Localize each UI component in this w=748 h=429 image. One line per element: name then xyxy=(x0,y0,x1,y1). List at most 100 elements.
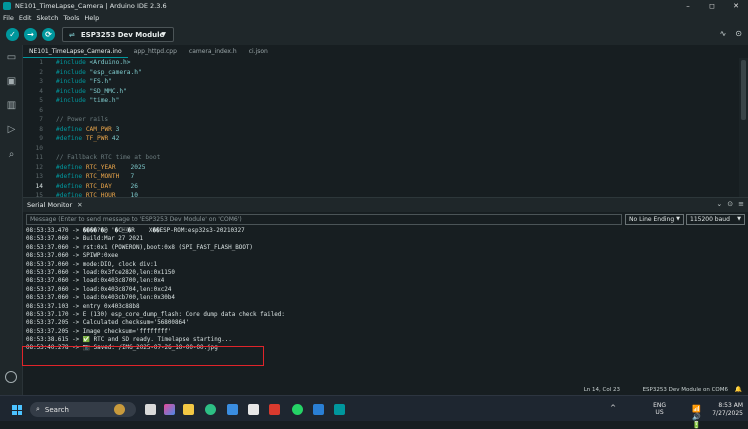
windows-start-icon[interactable] xyxy=(12,405,22,415)
baud-rate-select[interactable]: 115200 baud ▼ xyxy=(686,214,745,225)
code-token: #include xyxy=(56,87,90,95)
serial-plotter-icon[interactable]: ∿ xyxy=(720,29,727,38)
serial-monitor-title[interactable]: Serial Monitor xyxy=(27,201,72,209)
line-number: 12 xyxy=(35,163,43,171)
arduino-taskbar-icon[interactable] xyxy=(334,404,345,415)
tab-app-httpd[interactable]: app_httpd.cpp xyxy=(128,46,183,58)
widget-icon[interactable] xyxy=(114,404,125,415)
chevron-down-icon: ▼ xyxy=(676,216,680,222)
line-code: #define RTC_MONTH 7 xyxy=(43,172,134,182)
lang-region: US xyxy=(655,408,664,416)
code-line[interactable]: 2 #include "esp_camera.h" xyxy=(23,68,739,78)
code-line[interactable]: 11 // Fallback RTC time at boot xyxy=(23,153,739,163)
collapse-icon[interactable]: ⌄ xyxy=(716,200,722,208)
boards-manager-icon[interactable]: ▣ xyxy=(5,75,18,88)
notification-bell-icon[interactable]: 🔔 xyxy=(735,386,742,393)
debug-icon[interactable]: ▷ xyxy=(5,123,18,136)
store-icon[interactable] xyxy=(227,404,238,415)
account-icon[interactable] xyxy=(5,371,17,383)
board-port-status[interactable]: ESP3253 Dev Module on COM6 xyxy=(643,387,728,393)
serial-output-line: 08:53:37.060 -> load:0x403cb700,len:0x30… xyxy=(26,295,175,302)
line-code: #define RTC_YEAR 2025 xyxy=(43,163,145,173)
task-view-icon[interactable] xyxy=(145,404,156,415)
window-title: NE101_TimeLapse_Camera | Arduino IDE 2.3… xyxy=(15,2,167,10)
code-line[interactable]: 8 #define CAM_PWR 3 xyxy=(23,125,739,135)
tray-overflow-icon[interactable]: ^ xyxy=(610,404,616,412)
verify-button[interactable]: ✓ xyxy=(6,28,19,41)
search-icon: ⌕ xyxy=(36,405,40,413)
timestamp-toggle-icon[interactable]: ⊙ xyxy=(727,200,733,208)
code-line[interactable]: 6 xyxy=(23,106,739,116)
code-token: #define xyxy=(56,135,86,142)
office-icon[interactable] xyxy=(248,404,259,415)
minimize-button[interactable]: – xyxy=(676,0,700,12)
serial-monitor-icon[interactable]: ⊙ xyxy=(735,29,742,38)
code-token: 26 xyxy=(130,182,138,190)
close-icon[interactable]: ✕ xyxy=(77,201,82,209)
code-token: "SD_MMC.h" xyxy=(89,87,127,95)
office-red-icon[interactable] xyxy=(269,404,280,415)
close-window-button[interactable]: ✕ xyxy=(724,0,748,12)
line-code: #define RTC_DAY 26 xyxy=(43,182,138,192)
tab-camera-index[interactable]: camera_index.h xyxy=(183,46,243,58)
code-line[interactable]: 10 xyxy=(23,144,739,154)
code-token: <Arduino.h> xyxy=(89,59,131,66)
serial-input-row: Message (Enter to send message to 'ESP32… xyxy=(23,212,748,227)
code-token: #include xyxy=(56,59,90,66)
code-token: "esp_camera.h" xyxy=(89,68,142,76)
line-number: 1 xyxy=(39,59,43,66)
code-line[interactable]: 14 #define RTC_DAY 26 xyxy=(23,182,739,192)
menu-tools[interactable]: Tools xyxy=(63,14,79,22)
code-line[interactable]: 1 #include <Arduino.h> xyxy=(23,58,739,68)
cursor-position[interactable]: Ln 14, Col 23 xyxy=(584,387,620,393)
code-line[interactable]: 13 #define RTC_MONTH 7 xyxy=(23,172,739,182)
file-explorer-icon[interactable] xyxy=(183,404,194,415)
code-line[interactable]: 9 #define TF_PWR 42 xyxy=(23,134,739,144)
line-code: // Power rails xyxy=(43,115,108,125)
code-token: #define xyxy=(56,173,86,180)
board-selector[interactable]: ⇌ ESP3253 Dev Module ▼ xyxy=(62,27,174,42)
language-indicator[interactable]: ENG US xyxy=(653,402,666,416)
code-token: 3 xyxy=(115,125,120,133)
clock[interactable]: 8:53 AM 7/27/2025 xyxy=(712,402,743,417)
tab-ci-json[interactable]: ci.json xyxy=(243,46,274,58)
sketchbook-folder-icon[interactable]: ▭ xyxy=(5,51,18,64)
code-token: #include xyxy=(56,78,90,85)
editor-tabs: NE101_TimeLapse_Camera.ino app_httpd.cpp… xyxy=(23,45,748,58)
editor-scrollbar[interactable] xyxy=(739,58,748,197)
library-manager-icon[interactable]: ▥ xyxy=(5,99,18,112)
scrollbar-thumb[interactable] xyxy=(741,60,746,120)
code-editor[interactable]: 1 #include <Arduino.h> 2 #include "esp_came… xyxy=(23,58,739,197)
copilot-icon[interactable] xyxy=(164,404,175,415)
menu-file[interactable]: File xyxy=(3,14,14,22)
clear-output-icon[interactable]: ≡ xyxy=(738,200,744,208)
code-token: 42 xyxy=(111,135,120,142)
code-line[interactable]: 4 #include "SD_MMC.h" xyxy=(23,87,739,97)
line-code: #include <Arduino.h> xyxy=(43,58,131,68)
vscode-icon[interactable] xyxy=(313,404,324,415)
search-icon[interactable]: ⌕ xyxy=(5,148,18,161)
whatsapp-icon[interactable] xyxy=(292,404,303,415)
menu-sketch[interactable]: Sketch xyxy=(36,14,58,22)
serial-message-input[interactable]: Message (Enter to send message to 'ESP32… xyxy=(26,214,622,225)
maximize-button[interactable]: ◻ xyxy=(700,0,724,12)
line-ending-select[interactable]: No Line Ending ▼ xyxy=(625,214,684,225)
code-line[interactable]: 7 // Power rails xyxy=(23,115,739,125)
debug-button[interactable]: ⟳ xyxy=(42,28,55,41)
code-token: #define xyxy=(56,125,86,133)
network-volume-battery-icons[interactable]: 📶🔊🔋 xyxy=(692,405,703,429)
code-line[interactable]: 5 #include "time.h" xyxy=(23,96,739,106)
edge-browser-icon[interactable] xyxy=(205,404,216,415)
serial-output-line: 08:53:37.103 -> entry 0x403c88b8 xyxy=(26,303,140,310)
serial-output-line: 08:53:37.060 -> load:0x403c8704,len:0xc2… xyxy=(26,286,172,293)
code-line[interactable]: 12 #define RTC_YEAR 2025 xyxy=(23,163,739,173)
line-number: 5 xyxy=(39,97,43,104)
upload-button[interactable]: → xyxy=(24,28,37,41)
code-line[interactable]: 3 #include "FS.h" xyxy=(23,77,739,87)
tab-main-ino[interactable]: NE101_TimeLapse_Camera.ino xyxy=(23,46,128,58)
menu-help[interactable]: Help xyxy=(84,14,99,22)
menu-bar: File Edit Sketch Tools Help xyxy=(0,12,748,23)
serial-output-line: 08:53:37.170 -> E (130) esp_core_dump_fl… xyxy=(26,311,285,318)
menu-edit[interactable]: Edit xyxy=(19,14,32,22)
